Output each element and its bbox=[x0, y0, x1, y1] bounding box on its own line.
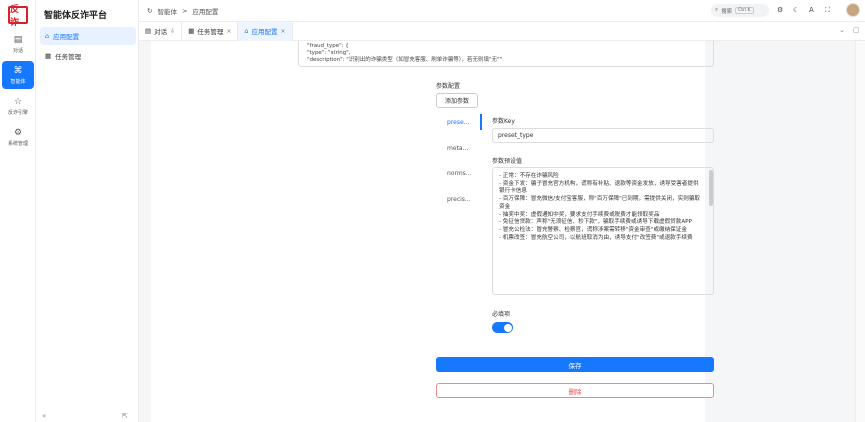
rail-item-label: 对话 bbox=[12, 47, 23, 54]
avatar[interactable] bbox=[846, 3, 860, 17]
param-tab[interactable]: prese... bbox=[447, 119, 469, 126]
fullscreen-icon[interactable]: ⛶ bbox=[825, 6, 830, 15]
preset-line: - 免征信贷款：声称"无须征信、秒下款"，骗取手续费或诱导下载虚假贷款APP bbox=[499, 219, 692, 226]
language-icon[interactable]: A bbox=[809, 6, 814, 14]
tab-label: 应用配置 bbox=[251, 28, 278, 36]
preset-line: - 百万保障：冒充微信/支付宝客服，称"百万保障"已到期，需提供关闭，实则骗取资… bbox=[499, 196, 701, 210]
gear-icon: ⚙ bbox=[13, 127, 23, 138]
star-icon: ☆ bbox=[13, 96, 23, 107]
textarea-scrollbar[interactable] bbox=[709, 170, 713, 206]
toggle-knob bbox=[503, 323, 512, 332]
tab-chat[interactable]: ▤ 对话 ⇩ bbox=[139, 21, 183, 41]
refresh-icon[interactable]: ↻ bbox=[147, 7, 152, 15]
menu-item-task[interactable]: ▦ 任务管理 bbox=[40, 47, 136, 65]
tab-app-config[interactable]: ⌂ 应用配置 × bbox=[238, 21, 293, 41]
collapse-icon[interactable]: « bbox=[42, 412, 46, 420]
top-bar: ↻ 智能体 > 应用配置 ⌕ 搜索 Ctrl K ⚙ ☾ A ⛶ bbox=[139, 0, 865, 22]
required-toggle[interactable] bbox=[492, 322, 513, 333]
rail-item-engine[interactable]: ☆ 反诈引擎 bbox=[2, 92, 34, 120]
menu-item-label: 任务管理 bbox=[55, 53, 82, 61]
param-tab[interactable]: meta... bbox=[447, 145, 468, 152]
tab-task[interactable]: ▦ 任务管理 × bbox=[182, 21, 239, 41]
settings-icon[interactable]: ⚙ bbox=[777, 6, 783, 14]
preset-value-label: 参数预设值 bbox=[492, 158, 523, 165]
add-param-button[interactable]: 添加参数 bbox=[436, 93, 478, 108]
rail-item-system[interactable]: ⚙ 系统管理 bbox=[2, 123, 34, 151]
chat-icon: ▤ bbox=[13, 34, 23, 45]
app-logo: 反诈 bbox=[8, 5, 28, 28]
required-label: 必填项 bbox=[492, 311, 511, 318]
preset-line: - 资金下发：骗子冒充官方机构，谎称有补贴、退款等资金发放，诱导受害者提供银行卡… bbox=[499, 180, 699, 195]
rail-item-chat[interactable]: ▤ 对话 bbox=[2, 30, 34, 58]
code-line: "fraud_type": { bbox=[307, 43, 349, 49]
pin-icon[interactable]: ⇩ bbox=[170, 28, 175, 35]
shortcut-badge: Ctrl K bbox=[735, 7, 754, 14]
param-key-label: 参数Key bbox=[492, 118, 515, 125]
menu-item-label: 应用配置 bbox=[53, 33, 80, 41]
preset-value-textarea[interactable]: - 正常：不存在诈骗风险 - 资金下发：骗子冒充官方机构，谎称有补贴、退款等资金… bbox=[492, 167, 714, 295]
active-tab-indicator bbox=[480, 114, 482, 130]
code-line: "description": "识别出的诈骗类型（如冒充客服、刷单诈骗等），若无… bbox=[307, 57, 503, 63]
delete-button[interactable]: 删除 bbox=[436, 383, 714, 398]
menu-item-app-config[interactable]: ⌂ 应用配置 bbox=[40, 27, 136, 45]
page-scrollbar[interactable] bbox=[855, 41, 865, 422]
param-tab[interactable]: precis... bbox=[447, 196, 471, 203]
theme-icon[interactable]: ☾ bbox=[793, 6, 799, 14]
tab-bar: ▤ 对话 ⇩ ▦ 任务管理 × ⌂ 应用配置 × ⌄ ▢ bbox=[139, 21, 865, 41]
app-config-icon: ⌂ bbox=[45, 32, 50, 40]
task-icon: ▦ bbox=[45, 52, 52, 60]
preset-line: - 机票改签：冒充航空公司，以航班取消为由，诱导支付"改签费"或退款手续费 bbox=[499, 234, 693, 241]
tab-label: 任务管理 bbox=[197, 28, 224, 36]
chevron-down-icon[interactable]: ⌄ bbox=[839, 26, 845, 34]
pin-icon[interactable]: ⇱ bbox=[122, 412, 128, 420]
chat-icon: ▤ bbox=[145, 27, 152, 35]
nav-rail: 反诈 ▤ 对话 ⌘ 智能体 ☆ 反诈引擎 ⚙ 系统管理 bbox=[0, 0, 36, 422]
breadcrumb-item[interactable]: 智能体 bbox=[157, 6, 177, 16]
rail-item-label: 系统管理 bbox=[7, 140, 28, 147]
search-placeholder: 搜索 bbox=[721, 8, 733, 15]
close-icon[interactable]: × bbox=[281, 28, 286, 35]
schema-textarea[interactable]: "fraud_type": { "type": "string", "descr… bbox=[298, 41, 714, 67]
sub-menu: 智能体反诈平台 ⌂ 应用配置 ▦ 任务管理 « ⇱ bbox=[36, 0, 139, 422]
preset-line: - 冒充公检法：冒充警察、检察官，谎称涉案需转移"资金审查"或缴纳保证金 bbox=[499, 226, 687, 233]
preset-line: - 正常：不存在诈骗风险 bbox=[499, 173, 559, 179]
search-icon: ⌕ bbox=[715, 7, 719, 13]
search-box[interactable]: ⌕ 搜索 Ctrl K bbox=[711, 4, 769, 17]
save-button[interactable]: 保存 bbox=[436, 357, 714, 372]
rail-item-agent[interactable]: ⌘ 智能体 bbox=[2, 61, 34, 89]
params-section-label: 参数配置 bbox=[436, 83, 461, 90]
maximize-icon[interactable]: ▢ bbox=[853, 26, 860, 34]
app-title: 智能体反诈平台 bbox=[44, 11, 108, 21]
param-tab[interactable]: norms... bbox=[447, 170, 472, 177]
breadcrumb-item: 应用配置 bbox=[192, 8, 219, 16]
rail-item-label: 反诈引擎 bbox=[7, 109, 28, 116]
agent-icon: ⌘ bbox=[13, 65, 23, 76]
task-icon: ▦ bbox=[188, 27, 195, 35]
app-config-icon: ⌂ bbox=[244, 27, 249, 35]
breadcrumb: ↻ 智能体 > 应用配置 bbox=[147, 6, 218, 16]
tab-label: 对话 bbox=[154, 28, 168, 36]
breadcrumb-separator: > bbox=[181, 7, 188, 15]
code-line: "type": "string", bbox=[307, 50, 351, 56]
close-icon[interactable]: × bbox=[226, 28, 231, 35]
param-key-input[interactable]: preset_type bbox=[492, 128, 714, 143]
rail-item-label: 智能体 bbox=[10, 78, 26, 85]
